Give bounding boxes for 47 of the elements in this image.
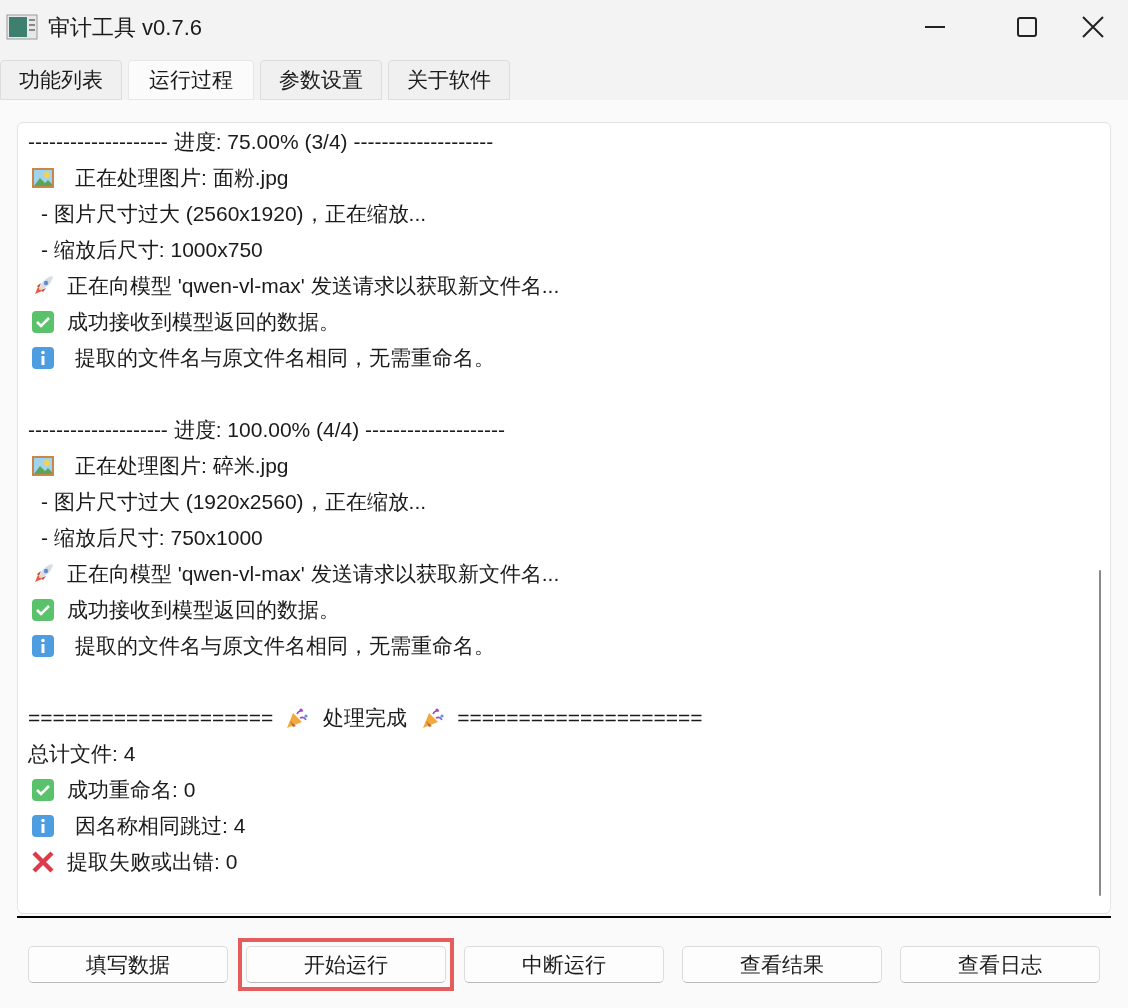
- close-icon: [1082, 16, 1104, 38]
- check-icon: [31, 310, 55, 334]
- log-line: -------------------- 进度: 100.00% (4/4) --------------------: [28, 417, 505, 444]
- cross-icon: [31, 850, 55, 874]
- log-line: 提取的文件名与原文件名相同，无需重命名。: [75, 345, 495, 372]
- tab[interactable]: 运行过程: [128, 60, 254, 100]
- info-icon: [31, 814, 55, 838]
- minimize-icon: [925, 26, 945, 28]
- log-line: 正在处理图片: 面粉.jpg: [75, 165, 289, 192]
- log-line: - 缩放后尺寸: 750x1000: [41, 525, 263, 552]
- log-line: 成功接收到模型返回的数据。: [67, 309, 340, 336]
- maximize-icon: [1017, 17, 1037, 37]
- log-heading: 处理完成: [323, 705, 408, 732]
- log-line: 总计文件: 4: [28, 741, 136, 768]
- log-line: 提取失败或出错: 0: [67, 849, 238, 876]
- info-icon: [31, 634, 55, 658]
- log-line: 成功重命名: 0: [67, 777, 196, 804]
- action-button[interactable]: 中断运行: [464, 946, 664, 983]
- info-icon: [31, 346, 55, 370]
- action-button[interactable]: 查看日志: [900, 946, 1100, 983]
- log-line: 因名称相同跳过: 4: [75, 813, 246, 840]
- action-button[interactable]: 开始运行: [246, 946, 446, 983]
- scrollbar[interactable]: [1099, 570, 1101, 896]
- log-line: 正在处理图片: 碎米.jpg: [75, 453, 289, 480]
- check-icon: [31, 778, 55, 802]
- log-line: 正在向模型 'qwen-vl-max' 发送请求以获取新文件名...: [67, 561, 560, 588]
- party-popper-icon: [285, 706, 310, 730]
- picture-icon: [31, 454, 55, 478]
- log-line: - 缩放后尺寸: 1000x750: [41, 237, 263, 264]
- separator-line: ====================: [28, 705, 274, 732]
- log-line: 正在向模型 'qwen-vl-max' 发送请求以获取新文件名...: [67, 273, 560, 300]
- check-icon: [31, 598, 55, 622]
- log-line: 提取的文件名与原文件名相同，无需重命名。: [75, 633, 495, 660]
- log-line: -------------------- 进度: 75.00% (3/4) --------------------: [28, 129, 494, 156]
- log-line: - 图片尺寸过大 (1920x2560)，正在缩放...: [41, 489, 427, 516]
- party-popper-icon: [421, 706, 446, 730]
- action-button[interactable]: 查看结果: [682, 946, 882, 983]
- window-title: 审计工具 v0.7.6: [48, 13, 203, 42]
- log-line: 成功接收到模型返回的数据。: [67, 597, 340, 624]
- tab[interactable]: 关于软件: [388, 60, 510, 100]
- app-icon: [6, 14, 38, 40]
- separator-line: ====================: [457, 705, 703, 732]
- picture-icon: [31, 166, 55, 190]
- action-button[interactable]: 填写数据: [28, 946, 228, 983]
- tab[interactable]: 参数设置: [260, 60, 382, 100]
- log-line: - 图片尺寸过大 (2560x1920)，正在缩放...: [41, 201, 427, 228]
- tab[interactable]: 功能列表: [0, 60, 122, 100]
